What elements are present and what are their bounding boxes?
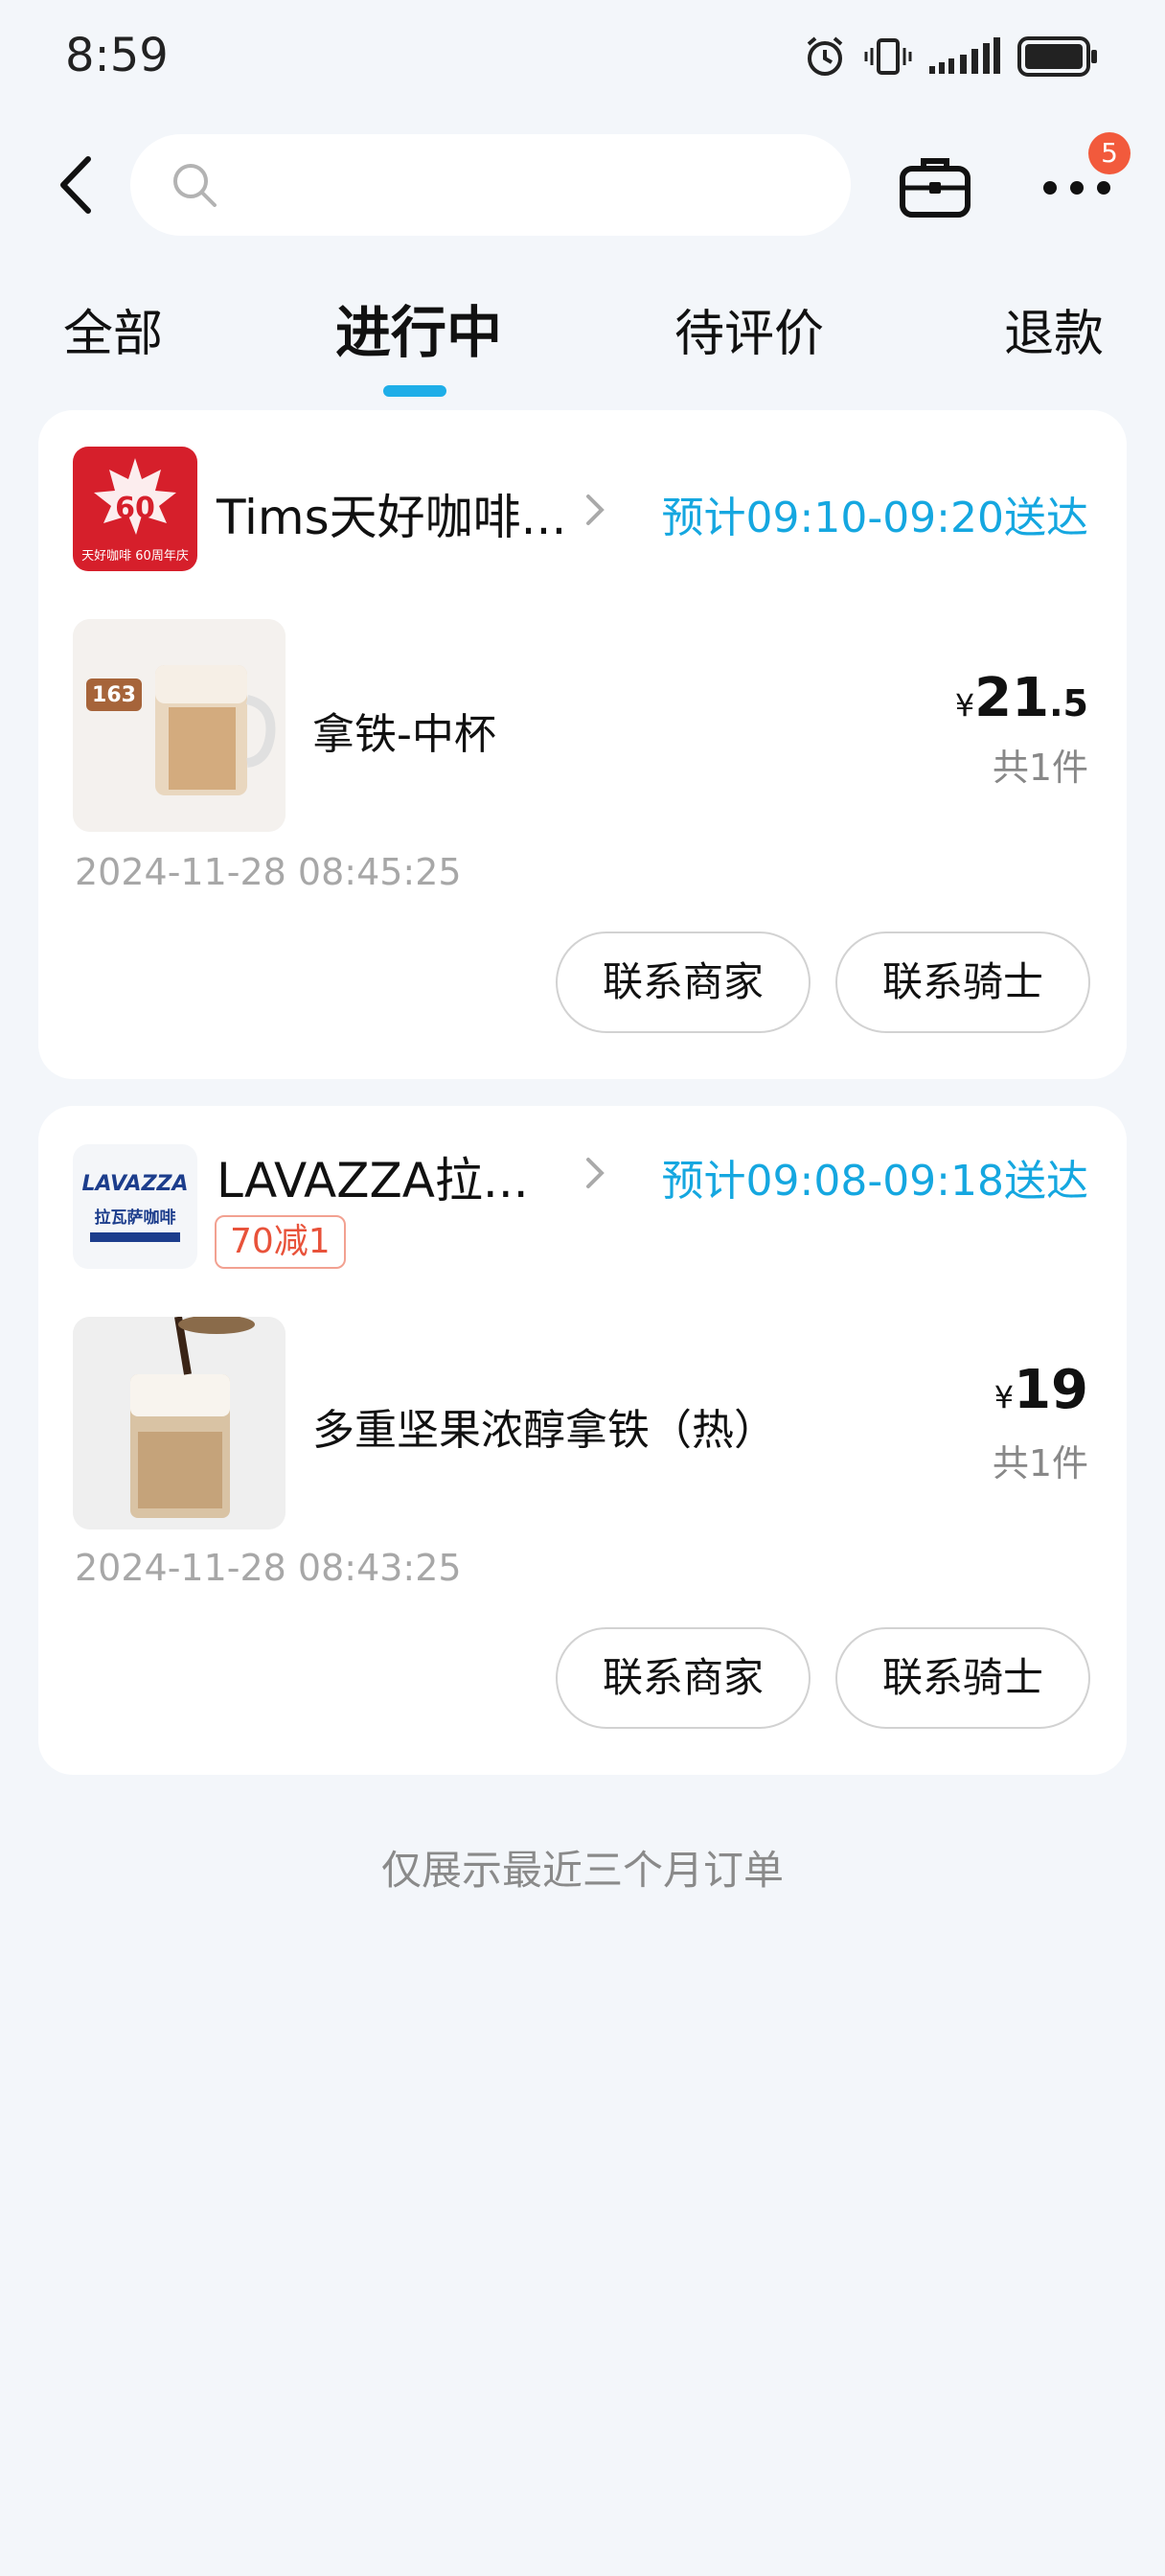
tab-refund[interactable]: 退款 [1004,293,1104,365]
shop-name[interactable]: Tims天好咖啡... [217,479,566,548]
tims-logo-icon: 60 天好咖啡 60周年庆 [81,458,189,564]
nut-latte-image [73,1317,286,1530]
search-icon [173,164,217,207]
status-bar: 8:59 [0,0,1165,115]
back-button[interactable] [46,151,113,218]
product-badge: 163 [92,683,136,707]
svg-text:天好咖啡 60周年庆: 天好咖啡 60周年庆 [81,549,189,564]
top-bar [0,134,1165,236]
order-time: 2024-11-28 08:43:25 [75,1547,462,1589]
active-tab-indicator [383,385,446,397]
price: ¥19 [994,1359,1088,1421]
tab-to-review[interactable]: 待评价 [674,293,824,365]
shop-logo[interactable]: 60 天好咖啡 60周年庆 [73,447,197,571]
contact-merchant-button[interactable]: 联系商家 [556,1627,811,1729]
notification-badge: 5 [1088,132,1131,174]
logo-subtext: 拉瓦萨咖啡 [95,1208,176,1228]
footer-note: 仅展示最近三个月订单 [380,1847,784,1894]
shop-logo[interactable]: LAVAZZA 拉瓦萨咖啡 [73,1144,197,1269]
product-image[interactable] [73,1317,286,1530]
order-time: 2024-11-28 08:45:25 [75,851,462,893]
item-count: 共1件 [992,1442,1088,1484]
product-name[interactable]: 多重坚果浓醇拿铁（热） [312,1395,776,1457]
contact-rider-button[interactable]: 联系骑士 [835,932,1090,1033]
delivery-eta: 预计09:10-09:20送达 [661,494,1088,542]
contact-merchant-button[interactable]: 联系商家 [556,932,811,1033]
shop-name[interactable]: LAVAZZA拉... [217,1142,529,1211]
search-input[interactable] [226,155,820,215]
lavazza-logo-icon: LAVAZZA 拉瓦萨咖啡 [81,1172,189,1242]
delivery-eta: 预计09:08-09:18送达 [661,1157,1088,1206]
contact-rider-button[interactable]: 联系骑士 [835,1627,1090,1729]
order-card[interactable]: LAVAZZA 拉瓦萨咖啡 LAVAZZA拉... 预计09:08-09:18送… [38,1106,1127,1775]
price-decimal: .5 [1049,682,1088,724]
battery-icon [1017,36,1097,77]
chevron-right-icon [586,1158,605,1188]
chevron-right-icon [586,494,605,525]
alarm-icon [807,36,843,76]
vibrate-icon [864,38,912,75]
logo-text: LAVAZZA [81,1172,188,1196]
order-tabs: 全部 进行中 待评价 退款 [0,284,1165,399]
latte-cup-image: 163 [73,619,286,832]
price-integer: 21 [974,667,1050,729]
item-count: 共1件 [992,747,1088,789]
price-integer: 19 [1014,1359,1088,1421]
status-icons [803,34,1098,79]
order-card[interactable]: 60 天好咖啡 60周年庆 Tims天好咖啡... 预计09:10-09:20送… [38,410,1127,1079]
tab-in-progress[interactable]: 进行中 [335,288,502,368]
tab-all[interactable]: 全部 [63,293,163,365]
chevron-left-icon [60,156,91,214]
product-image[interactable]: 163 [73,619,286,832]
briefcase-icon [900,158,971,218]
search-box[interactable] [130,134,851,236]
currency-symbol: ¥ [994,1379,1015,1415]
svg-text:60: 60 [115,492,155,525]
promo-tag: 70减1 [215,1215,346,1269]
price: ¥21.5 [955,667,1088,729]
product-name[interactable]: 拿铁-中杯 [312,700,496,761]
signal-icon [929,37,1000,74]
status-time: 8:59 [65,29,169,82]
currency-symbol: ¥ [954,687,975,724]
briefcase-button[interactable] [897,153,973,220]
